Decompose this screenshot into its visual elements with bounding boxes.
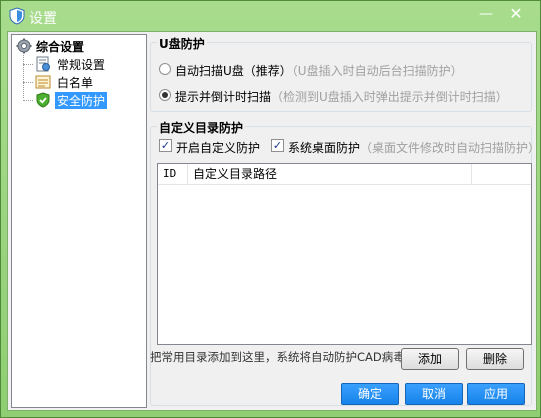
title-bar[interactable]: 设置 — ✕ [1,1,540,31]
close-button[interactable]: ✕ [506,5,526,25]
radio-prompt-countdown-label: 提示并倒计时扫描 [175,90,272,104]
desktop-protection-label[interactable]: 系统桌面防护 [288,141,360,155]
radio-button[interactable] [159,63,171,75]
gear-icon [16,38,32,54]
apply-button[interactable]: 应用 [467,383,525,405]
shield-check-icon [36,92,50,108]
radio-auto-scan-text: 自动扫描U盘（推荐）（U盘插入时自动后台扫描防护） [175,62,463,79]
settings-panel: 综合设置 常规设置 白名单 安全防护 U盘防护 自动扫描U盘（推荐）（U盘插入时… [7,31,540,411]
tree-item-security[interactable]: 安全防护 [23,91,143,109]
tree-item-label: 常规设置 [57,58,106,72]
tree-item-whitelist[interactable]: 白名单 [23,73,143,91]
enable-custom-checkbox[interactable]: ✓ [159,139,172,152]
enable-custom-label[interactable]: 开启自定义防护 [176,139,260,156]
tree-root-label: 综合设置 [36,40,85,54]
custom-group-title: 自定义目录防护 [157,119,246,136]
add-button[interactable]: 添加 [401,348,459,370]
tree-item-general-settings[interactable]: 常规设置 [23,55,143,73]
radio-auto-scan-label: 自动扫描U盘（推荐） [175,64,292,78]
desktop-protection-text: 系统桌面防护（桌面文件修改时自动扫描防护） [288,139,540,156]
tree-connector [23,100,33,101]
settings-doc-icon [36,56,50,72]
window-title: 设置 [29,11,57,27]
tree-connector [23,64,33,65]
settings-tree[interactable]: 综合设置 常规设置 白名单 安全防护 [11,34,147,408]
desktop-protection-hint: （桌面文件修改时自动扫描防护） [360,141,541,155]
ok-button[interactable]: 确定 [341,383,399,405]
shield-app-icon [9,7,25,25]
column-header-spacer [472,164,532,184]
radio-auto-scan-hint: （U盘插入时自动后台扫描防护） [291,64,463,78]
radio-prompt-countdown-hint: （检测到U盘插入时弹出提示并倒计时扫描） [271,90,508,104]
column-header-id[interactable]: ID [158,164,188,184]
custom-dir-note: 把常用目录添加到这里，系统将自动防护CAD病毒！ [150,350,417,364]
list-header: ID 自定义目录路径 [158,164,531,185]
minimize-button[interactable]: — [476,5,496,25]
radio-prompt-countdown-text: 提示并倒计时扫描（检测到U盘插入时弹出提示并倒计时扫描） [175,88,508,105]
tree-item-label: 安全防护 [55,92,108,109]
desktop-protection-checkbox[interactable]: ✓ [271,139,284,152]
cancel-button[interactable]: 取消 [405,383,463,405]
settings-window: 设置 — ✕ 综合设置 常规设置 白名单 安全防护 U盘防护 自动扫描U盘（推荐… [0,0,541,418]
whitelist-icon [35,75,51,89]
usb-group-title: U盘防护 [157,35,207,52]
usb-protection-group: U盘防护 自动扫描U盘（推荐）（U盘插入时自动后台扫描防护） 提示并倒计时扫描（… [150,35,532,112]
tree-item-label: 白名单 [57,76,94,90]
radio-button[interactable] [159,89,171,101]
column-header-path[interactable]: 自定义目录路径 [188,164,472,184]
delete-button[interactable]: 删除 [466,348,524,370]
tree-connector [23,82,33,83]
custom-dir-list[interactable]: ID 自定义目录路径 [157,163,532,345]
